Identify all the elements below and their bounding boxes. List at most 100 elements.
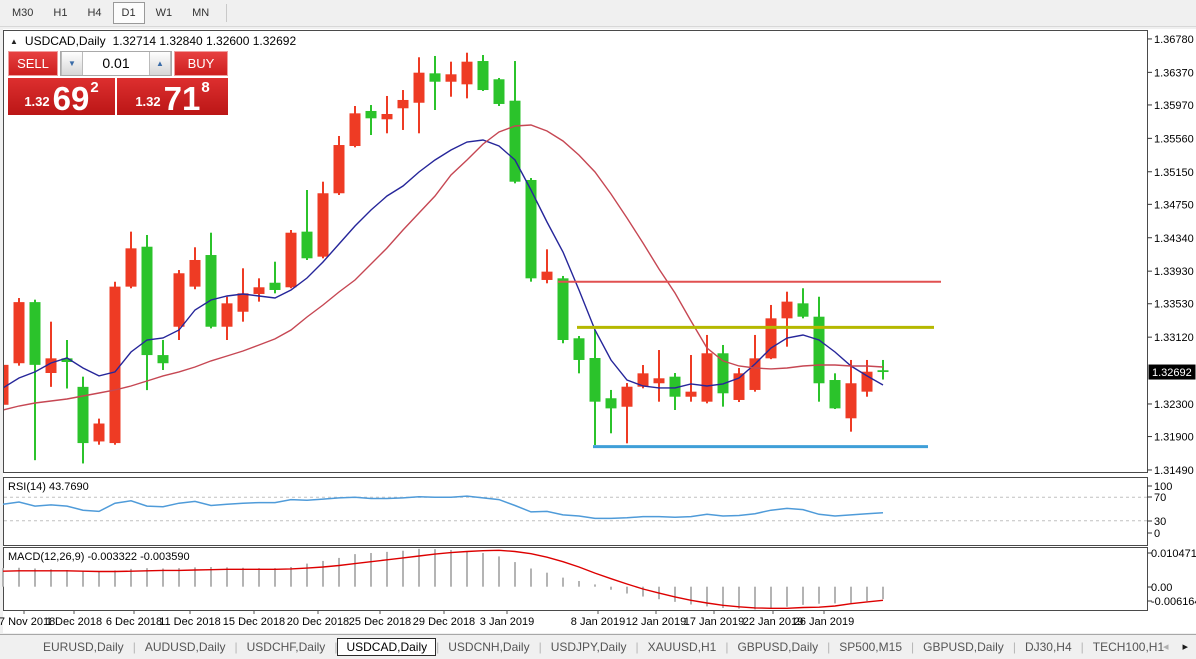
symbol-tab-usdcnh-daily[interactable]: USDCNH,Daily [439, 638, 538, 656]
price-axis-label: 1.33120 [1154, 332, 1194, 344]
macd-bar [418, 549, 420, 587]
buy-price-panel[interactable]: 1.32 71 8 [117, 78, 228, 115]
macd-bar [626, 587, 628, 594]
macd-axis-label: -0.006164 [1151, 596, 1196, 608]
macd-bar [754, 587, 756, 610]
symbol-tab-bar: EURUSD,Daily|AUDUSD,Daily|USDCHF,Daily|U… [0, 634, 1196, 659]
symbol-tab-usdjpy-daily[interactable]: USDJPY,Daily [542, 638, 636, 656]
macd-bar [466, 551, 468, 587]
date-axis-label: 15 Dec 2018 [223, 616, 285, 628]
symbol-tab-tech100-h1[interactable]: TECH100,H1 [1084, 638, 1173, 656]
symbol-tab-dj30-h4[interactable]: DJ30,H4 [1016, 638, 1081, 656]
price-axis-label: 1.33930 [1154, 266, 1194, 278]
price-axis-label: 1.31900 [1154, 432, 1194, 444]
symbol-tab-xauusd-h1[interactable]: XAUUSD,H1 [639, 638, 726, 656]
macd-bar [338, 558, 340, 587]
sell-price-panel[interactable]: 1.32 69 2 [8, 78, 115, 115]
sell-price-big: 69 [53, 84, 90, 113]
price-axis-label: 1.35560 [1154, 133, 1194, 145]
volume-value[interactable]: 0.01 [83, 52, 149, 75]
macd-axis-label: 0.00 [1151, 582, 1172, 594]
rsi-indicator-label: RSI(14) 43.7690 [8, 481, 89, 493]
symbol-tab-audusd-daily[interactable]: AUDUSD,Daily [136, 638, 235, 656]
macd-bar [386, 552, 388, 587]
chart-symbol-label: USDCAD,Daily [25, 34, 106, 48]
price-axis-label: 1.36780 [1154, 34, 1194, 46]
macd-bar [674, 587, 676, 602]
macd-indicator-label: MACD(12,26,9) -0.003322 -0.003590 [8, 551, 190, 563]
candle [526, 178, 537, 282]
candle [494, 78, 505, 106]
sell-price-prefix: 1.32 [24, 94, 49, 109]
price-axis-label: 1.35970 [1154, 100, 1194, 112]
symbol-tab-gbpusd-daily[interactable]: GBPUSD,Daily [914, 638, 1013, 656]
macd-axis-label: 0.010471 [1151, 548, 1196, 560]
macd-bar [690, 587, 692, 605]
rsi-axis-label: 0 [1154, 528, 1160, 540]
macd-bar [578, 581, 580, 587]
chart-title: ▲ USDCAD,Daily 1.32714 1.32840 1.32600 1… [10, 34, 296, 48]
candle [558, 276, 569, 343]
macd-bar [562, 578, 564, 587]
macd-bar [162, 569, 164, 587]
price-axis-label: 1.31490 [1154, 465, 1194, 477]
rsi-axis-label: 30 [1154, 516, 1166, 528]
chevron-down-icon: ▼ [68, 59, 76, 68]
sell-price-sup: 2 [90, 79, 98, 96]
sell-button[interactable]: SELL [8, 51, 58, 76]
date-axis-label: 29 Dec 2018 [413, 616, 475, 628]
collapse-triangle-icon[interactable]: ▲ [10, 37, 18, 46]
macd-bar [66, 570, 68, 587]
volume-increase-button[interactable]: ▲ [149, 52, 171, 75]
price-axis-label: 1.35150 [1154, 167, 1194, 179]
date-axis-label: 25 Dec 2018 [349, 616, 411, 628]
price-axis-label: 1.33530 [1154, 299, 1194, 311]
macd-bar [306, 564, 308, 587]
macd-bar [322, 561, 324, 587]
symbol-tab-sp500-m15[interactable]: SP500,M15 [830, 638, 911, 656]
rsi-axis-label: 70 [1154, 492, 1166, 504]
volume-decrease-button[interactable]: ▼ [61, 52, 83, 75]
mt4-window: M30H1H4D1W1MN 1.367801.363701.359701.355… [0, 0, 1196, 659]
date-axis-label: 11 Dec 2018 [159, 616, 221, 628]
macd-bar [50, 569, 52, 586]
symbol-tab-gbpusd-daily[interactable]: GBPUSD,Daily [728, 638, 827, 656]
symbol-tab-usdcad-daily[interactable]: USDCAD,Daily [337, 638, 436, 656]
macd-bar [610, 587, 612, 590]
macd-bar [514, 562, 516, 587]
symbol-tab-eurusd-daily[interactable]: EURUSD,Daily [34, 638, 133, 656]
macd-bar [370, 553, 372, 587]
macd-bar [290, 567, 292, 587]
chart-background [3, 29, 1196, 633]
macd-bar [818, 587, 820, 604]
macd-bar [594, 584, 596, 586]
macd-bar [274, 568, 276, 587]
macd-bar [786, 587, 788, 607]
macd-bar [450, 550, 452, 587]
macd-bar [770, 587, 772, 609]
chart-ohlc-values: 1.32714 1.32840 1.32600 1.32692 [113, 34, 297, 48]
macd-bar [354, 554, 356, 587]
macd-bar [866, 587, 868, 601]
macd-bar [530, 569, 532, 587]
candle [110, 282, 121, 445]
price-axis-label: 1.34750 [1154, 199, 1194, 211]
macd-bar [242, 568, 244, 587]
buy-button[interactable]: BUY [174, 51, 228, 76]
macd-bar [882, 587, 884, 600]
volume-stepper: ▼ 0.01 ▲ [60, 51, 172, 76]
macd-bar [402, 551, 404, 587]
macd-bar [226, 567, 228, 586]
date-axis-label: 12 Jan 2019 [626, 616, 687, 628]
candle [286, 230, 297, 288]
macd-bar [114, 570, 116, 586]
symbol-tab-usdchf-daily[interactable]: USDCHF,Daily [238, 638, 335, 656]
tabs-scroll-left-icon[interactable]: ◂ [1163, 641, 1169, 653]
date-axis-label: 8 Jan 2019 [571, 616, 625, 628]
chevron-up-icon: ▲ [156, 59, 164, 68]
quick-trade-widget: SELL ▼ 0.01 ▲ BUY 1.32 69 2 1.32 71 8 [8, 51, 228, 115]
macd-bar [482, 553, 484, 587]
tabs-scroll-right-icon[interactable]: ▸ [1182, 641, 1188, 653]
macd-bar [546, 573, 548, 587]
macd-bar [98, 572, 100, 587]
